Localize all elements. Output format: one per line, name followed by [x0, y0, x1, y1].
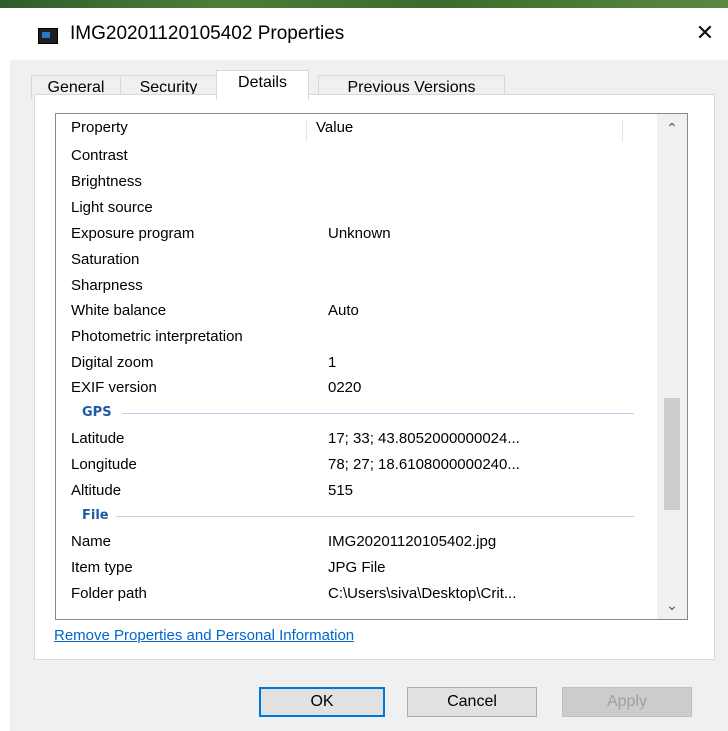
property-name: Folder path [71, 585, 147, 602]
scroll-down-arrow-icon[interactable]: ⌄ [657, 591, 687, 619]
column-header-value[interactable]: Value [316, 114, 353, 142]
group-divider [116, 516, 634, 517]
apply-button[interactable]: Apply [562, 687, 692, 717]
property-value: JPG File [328, 559, 386, 576]
property-value: C:\Users\siva\Desktop\Crit... [328, 585, 517, 602]
property-name: Brightness [71, 173, 142, 190]
tab-details[interactable]: Details [216, 70, 309, 100]
list-item[interactable]: Digital zoom 1 [56, 350, 658, 376]
property-value: 1 [328, 354, 337, 371]
property-value: 78; 27; 18.6108000000240... [328, 456, 520, 473]
list-item[interactable]: EXIF version 0220 [56, 375, 658, 401]
property-name: Name [71, 533, 112, 550]
group-header-gps: GPS [56, 400, 658, 426]
property-name: Altitude [71, 482, 122, 499]
property-name: Item type [71, 559, 133, 576]
group-divider [122, 413, 634, 414]
property-name: Sharpness [71, 277, 143, 294]
scroll-up-arrow-icon[interactable]: ⌃ [657, 114, 687, 142]
column-divider[interactable] [306, 120, 307, 142]
property-name: EXIF version [71, 379, 157, 396]
remove-properties-link[interactable]: Remove Properties and Personal Informati… [54, 627, 354, 644]
list-item[interactable]: Item type JPG File [56, 555, 658, 581]
tab-strip: General Security Details Previous Versio… [10, 60, 728, 100]
list-item[interactable]: White balance Auto [56, 298, 658, 324]
list-item[interactable]: Exposure program Unknown [56, 221, 658, 247]
vertical-scrollbar[interactable]: ⌃ ⌄ [657, 114, 687, 619]
list-item[interactable]: Saturation [56, 247, 658, 273]
property-value: IMG20201120105402.jpg [328, 533, 497, 550]
property-value: Unknown [328, 225, 391, 242]
list-item[interactable]: Name IMG20201120105402.jpg [56, 529, 658, 555]
list-item[interactable]: Longitude 78; 27; 18.6108000000240... [56, 452, 658, 478]
property-name: Saturation [71, 251, 140, 268]
image-file-icon [38, 28, 58, 44]
list-item[interactable]: Folder path C:\Users\siva\Desktop\Crit... [56, 581, 658, 607]
window-title: IMG20201120105402 Properties [70, 23, 345, 44]
list-item[interactable]: Sharpness [56, 273, 658, 299]
property-name: Exposure program [71, 225, 195, 242]
property-name: Digital zoom [71, 354, 154, 371]
property-name: Contrast [71, 147, 128, 164]
property-value: Auto [328, 302, 359, 319]
property-value: 515 [328, 482, 354, 499]
scrollbar-thumb[interactable] [664, 398, 680, 510]
list-item[interactable]: Contrast [56, 143, 658, 169]
details-panel: Property Value Contrast Brightness Light… [34, 94, 715, 660]
properties-dialog: IMG20201120105402 Properties ✕ General S… [10, 8, 728, 731]
property-name: Latitude [71, 430, 125, 447]
column-header-property[interactable]: Property [71, 114, 128, 142]
list-item[interactable]: Light source [56, 195, 658, 221]
column-divider[interactable] [622, 120, 623, 142]
cancel-button[interactable]: Cancel [407, 687, 537, 717]
property-value: 0220 [328, 379, 362, 396]
close-button[interactable]: ✕ [682, 14, 728, 52]
property-name: Longitude [71, 456, 137, 473]
title-bar: IMG20201120105402 Properties ✕ [10, 8, 728, 60]
list-item[interactable]: Photometric interpretation [56, 324, 658, 350]
list-item[interactable]: Altitude 515 [56, 478, 658, 504]
desktop-background [0, 0, 728, 8]
column-header: Property Value [56, 114, 658, 142]
group-header-file: File [56, 503, 658, 529]
group-label: GPS [82, 405, 112, 420]
ok-button[interactable]: OK [259, 687, 385, 717]
property-name: Photometric interpretation [71, 328, 243, 345]
list-item[interactable]: Brightness [56, 169, 658, 195]
details-list[interactable]: Property Value Contrast Brightness Light… [55, 113, 688, 620]
property-name: White balance [71, 302, 167, 319]
group-label: File [82, 508, 109, 523]
list-item[interactable]: Latitude 17; 33; 43.8052000000024... [56, 426, 658, 452]
property-value: 17; 33; 43.8052000000024... [328, 430, 520, 447]
property-name: Light source [71, 199, 153, 216]
